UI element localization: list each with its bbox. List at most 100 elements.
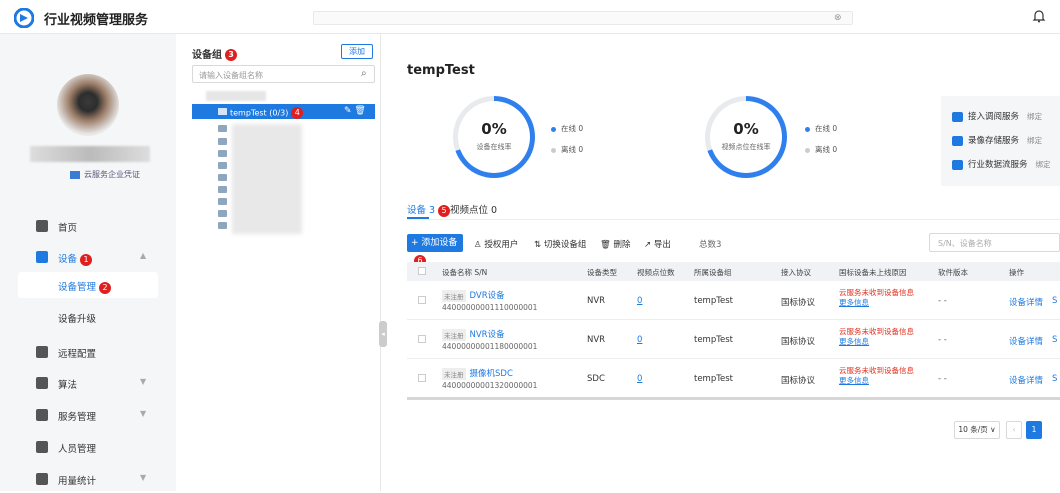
- protocol: 国标协议: [781, 376, 816, 386]
- table-row: 未注册 摄像机SDC 44000000001320000001 SDC 0 tem…: [407, 359, 1060, 398]
- device-online-ring: 0% 设备在线率: [453, 96, 535, 178]
- row-checkbox[interactable]: [418, 296, 426, 304]
- sidebar-item-algorithm[interactable]: 算法 ▼: [0, 369, 176, 397]
- main-content: tempTest 0% 设备在线率 在线 0 离线 0 0% 视频点位在线率 在…: [388, 34, 1060, 491]
- folder-icon[interactable]: [218, 198, 227, 205]
- folder-icon[interactable]: [218, 174, 227, 181]
- device-name-link[interactable]: 摄像机SDC: [470, 369, 513, 379]
- reason-text: 云服务未收到设备信息: [839, 288, 914, 297]
- more-info-link[interactable]: 更多信息: [839, 298, 869, 307]
- avatar[interactable]: [57, 74, 119, 136]
- bell-icon[interactable]: [1032, 9, 1046, 23]
- delete-label: 删除: [613, 240, 631, 250]
- collapse-panel-handle[interactable]: ◂: [379, 321, 387, 347]
- app-logo-icon: [14, 8, 34, 28]
- switch-group-button[interactable]: ⇅ 切换设备组: [534, 238, 586, 250]
- online-dot: [805, 126, 810, 132]
- service-extra: 绑定: [1027, 136, 1043, 145]
- device-type: NVR: [587, 296, 606, 306]
- device-sn: 44000000001320000001: [442, 381, 538, 390]
- legend-online: 在线 0: [805, 123, 837, 134]
- device-sn: 44000000001180000001: [442, 342, 538, 351]
- delete-button[interactable]: 🗑 删除: [600, 238, 631, 250]
- table-row: 未注册 DVR设备 44000000001110000001 NVR 0 temp…: [407, 281, 1060, 320]
- service-access[interactable]: 接入调阅服务 绑定: [952, 110, 1042, 122]
- sidebar-item-label: 首页: [58, 223, 78, 234]
- legend-label: 离线 0: [815, 145, 838, 154]
- sidebar-item-device-upgrade[interactable]: 设备升级: [18, 304, 158, 330]
- folder-icon[interactable]: [218, 210, 227, 217]
- tree-item-selected[interactable]: tempTest (0/3) 4 ✎ 🗑: [192, 104, 375, 119]
- home-icon: [36, 220, 48, 232]
- folder-icon[interactable]: [218, 150, 227, 157]
- row-action-link[interactable]: S: [1052, 335, 1057, 345]
- channel-count-link[interactable]: 0: [637, 296, 642, 306]
- tree-items-blurred: [232, 124, 302, 234]
- row-action-link[interactable]: S: [1052, 296, 1057, 306]
- device-search-input[interactable]: S/N、设备名称: [929, 233, 1060, 252]
- app-title: 行业视频管理服务: [44, 13, 149, 28]
- channel-count-link[interactable]: 0: [637, 335, 642, 345]
- export-button[interactable]: ↗ 导出: [644, 238, 671, 250]
- select-all-checkbox[interactable]: [418, 267, 426, 275]
- sidebar-item-usage[interactable]: 用量统计 ▼: [0, 465, 176, 493]
- add-group-button[interactable]: 添加: [341, 44, 373, 59]
- global-search-input[interactable]: [313, 11, 853, 25]
- group-panel-title: 设备组 3: [192, 46, 237, 61]
- access-service-icon: [952, 111, 963, 122]
- sidebar-item-service-mgmt[interactable]: 服务管理 ▼: [0, 401, 176, 429]
- export-label: 导出: [653, 240, 671, 250]
- step-badge: 5: [438, 204, 451, 217]
- tab-devices[interactable]: 设备 35: [407, 202, 451, 217]
- credential-icon: [70, 170, 80, 179]
- row-checkbox[interactable]: [418, 374, 426, 382]
- folder-icon[interactable]: [218, 138, 227, 145]
- search-clear-icon[interactable]: ⊗: [834, 13, 842, 23]
- page-number-button[interactable]: 1: [1026, 421, 1042, 439]
- service-dataflow[interactable]: 行业数据流服务 绑定: [952, 158, 1051, 170]
- tab-channels[interactable]: 视频点位 0: [450, 202, 497, 216]
- device-name-link[interactable]: DVR设备: [470, 291, 505, 301]
- sidebar-item-personnel[interactable]: 人员管理: [0, 433, 176, 461]
- edit-delete-icons[interactable]: ✎ 🗑: [344, 106, 366, 116]
- sidebar-item-label: 远程配置: [58, 349, 97, 360]
- software-version: - -: [938, 335, 947, 345]
- row-action-link[interactable]: S: [1052, 374, 1057, 384]
- online-dot: [551, 126, 556, 132]
- row-checkbox[interactable]: [418, 335, 426, 343]
- prev-page-button[interactable]: ‹: [1006, 421, 1022, 439]
- switch-group-label: 切换设备组: [543, 240, 587, 250]
- device-name-link[interactable]: NVR设备: [470, 330, 505, 340]
- search-icon[interactable]: ⌕: [361, 68, 367, 79]
- tree-root-blurred[interactable]: [206, 91, 266, 101]
- sidebar-item-device-mgmt[interactable]: 设备管理 2: [18, 272, 158, 298]
- offline-reason: 云服务未收到设备信息 更多信息: [839, 327, 914, 347]
- device-sn: 44000000001110000001: [442, 303, 538, 312]
- chevron-up-icon: ▲: [140, 251, 147, 260]
- column-header: 设备类型: [587, 268, 617, 277]
- device-detail-link[interactable]: 设备详情: [1009, 335, 1043, 347]
- channel-count-link[interactable]: 0: [637, 374, 642, 384]
- sidebar-item-label: 设备管理: [58, 282, 97, 293]
- group-search-input[interactable]: 请输入设备组名称: [192, 65, 375, 83]
- sidebar-item-device[interactable]: 设备 1 ▲: [0, 243, 176, 271]
- sidebar-item-home[interactable]: 首页: [0, 212, 176, 240]
- add-device-button[interactable]: + 添加设备6: [407, 234, 463, 267]
- device-detail-link[interactable]: 设备详情: [1009, 296, 1043, 308]
- horizontal-scrollbar[interactable]: [407, 397, 1060, 400]
- authorize-user-button[interactable]: ♙ 授权用户: [474, 238, 518, 250]
- device-detail-link[interactable]: 设备详情: [1009, 374, 1043, 386]
- service-label: 行业数据流服务: [968, 160, 1028, 170]
- folder-icon[interactable]: [218, 162, 227, 169]
- folder-icon[interactable]: [218, 125, 227, 132]
- service-storage[interactable]: 录像存储服务 绑定: [952, 134, 1042, 146]
- sidebar-item-remote-config[interactable]: 远程配置: [0, 338, 176, 366]
- more-info-link[interactable]: 更多信息: [839, 337, 869, 346]
- more-info-link[interactable]: 更多信息: [839, 376, 869, 385]
- reason-text: 云服务未收到设备信息: [839, 327, 914, 336]
- column-header: 接入协议: [781, 268, 811, 277]
- folder-icon[interactable]: [218, 222, 227, 229]
- folder-icon[interactable]: [218, 186, 227, 193]
- offline-reason: 云服务未收到设备信息 更多信息: [839, 366, 914, 386]
- page-size-select[interactable]: 10 条/页 ∨: [954, 421, 1000, 439]
